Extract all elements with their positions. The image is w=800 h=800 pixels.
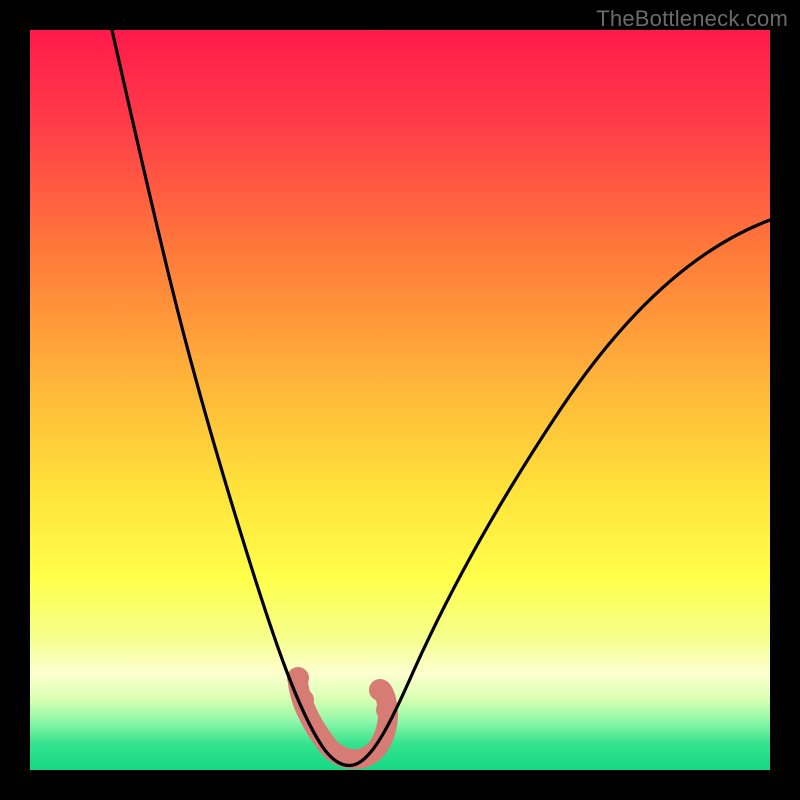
watermark-text: TheBottleneck.com	[596, 6, 788, 32]
plot-area	[30, 30, 770, 770]
curve-layer	[30, 30, 770, 770]
bottleneck-curve	[112, 30, 770, 765]
chart-frame: TheBottleneck.com	[0, 0, 800, 800]
